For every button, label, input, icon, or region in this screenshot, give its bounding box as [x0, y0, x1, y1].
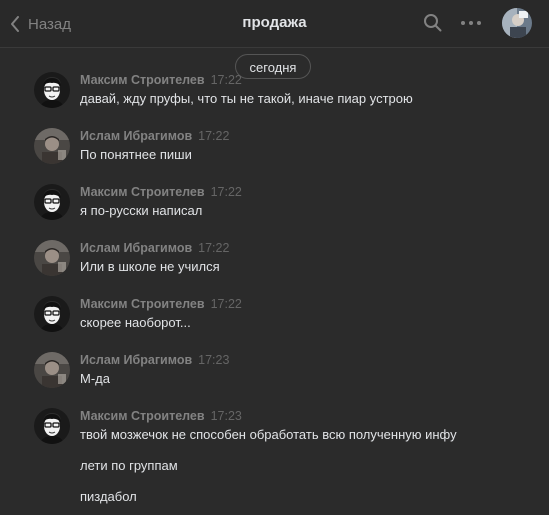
chat-header: Назад продажа	[0, 0, 549, 48]
author-avatar[interactable]	[34, 128, 70, 164]
message-meta: Ислам Ибрагимов 17:23	[80, 353, 229, 367]
message-text: М-да	[80, 371, 110, 386]
author-name[interactable]: Максим Строителев	[80, 409, 205, 423]
message-text: лети по группам	[80, 458, 178, 473]
author-avatar[interactable]	[34, 352, 70, 388]
author-name[interactable]: Ислам Ибрагимов	[80, 353, 192, 367]
message-time[interactable]: 17:22	[198, 241, 229, 255]
author-avatar[interactable]	[34, 240, 70, 276]
message-time[interactable]: 17:22	[211, 297, 242, 311]
message-meta: Ислам Ибрагимов 17:22	[80, 129, 229, 143]
search-icon[interactable]	[423, 13, 443, 33]
message-meta: Максим Строителев 17:22	[80, 73, 242, 87]
message-text: Или в школе не учился	[80, 259, 220, 274]
message-meta: Максим Строителев 17:23	[80, 409, 242, 423]
author-name[interactable]: Максим Строителев	[80, 297, 205, 311]
message-time[interactable]: 17:23	[211, 409, 242, 423]
message-meta: Максим Строителев 17:22	[80, 185, 242, 199]
message-time[interactable]: 17:22	[198, 129, 229, 143]
message-text: твой мозжечок не способен обработать всю…	[80, 427, 457, 442]
chat-avatar[interactable]	[502, 8, 532, 38]
author-name[interactable]: Максим Строителев	[80, 73, 205, 87]
message-time[interactable]: 17:22	[211, 73, 242, 87]
message-time[interactable]: 17:22	[211, 185, 242, 199]
message-text: я по-русски написал	[80, 203, 203, 218]
message-text: давай, жду пруфы, что ты не такой, иначе…	[80, 91, 413, 106]
author-avatar[interactable]	[34, 296, 70, 332]
message-text: скорее наоборот...	[80, 315, 191, 330]
author-name[interactable]: Максим Строителев	[80, 185, 205, 199]
author-name[interactable]: Ислам Ибрагимов	[80, 241, 192, 255]
message-time[interactable]: 17:23	[198, 353, 229, 367]
message-text: пиздабол	[80, 489, 137, 504]
message-meta: Максим Строителев 17:22	[80, 297, 242, 311]
date-separator: сегодня	[235, 54, 311, 79]
author-avatar[interactable]	[34, 184, 70, 220]
author-avatar[interactable]	[34, 72, 70, 108]
more-icon[interactable]	[460, 15, 482, 31]
author-name[interactable]: Ислам Ибрагимов	[80, 129, 192, 143]
author-avatar[interactable]	[34, 408, 70, 444]
message-meta: Ислам Ибрагимов 17:22	[80, 241, 229, 255]
message-text: По понятнее пиши	[80, 147, 192, 162]
